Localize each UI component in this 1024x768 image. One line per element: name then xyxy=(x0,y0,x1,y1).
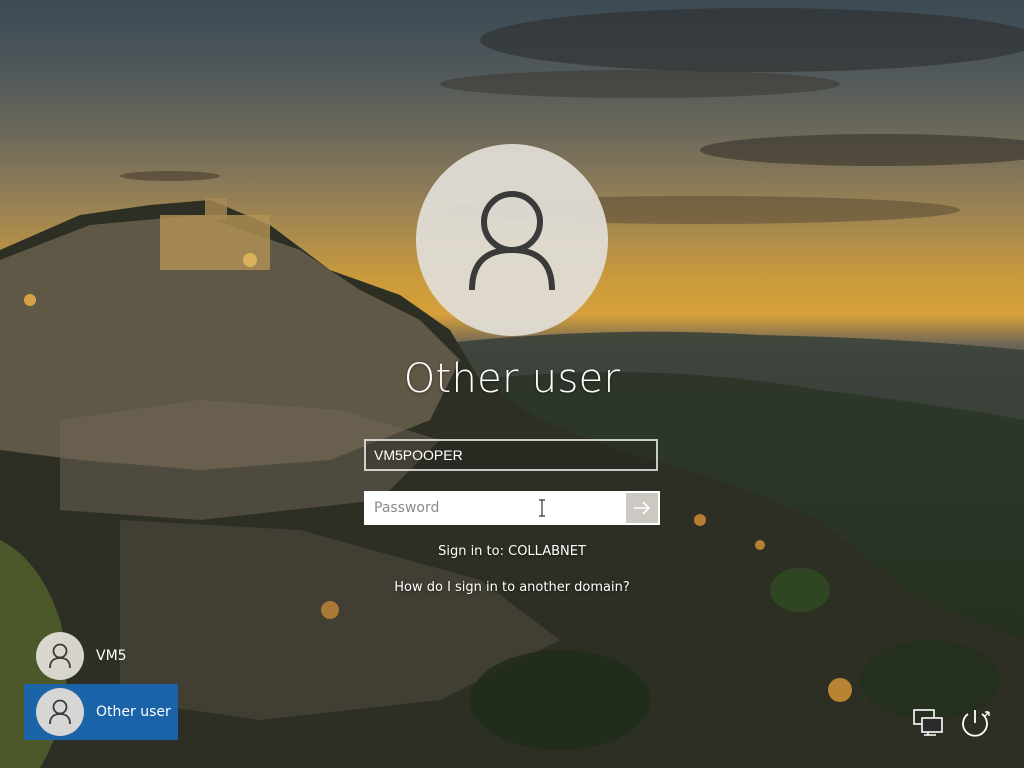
user-avatar-small xyxy=(36,688,84,736)
another-domain-link[interactable]: How do I sign in to another domain? xyxy=(312,580,712,595)
user-avatar-large xyxy=(416,144,608,336)
user-item-vm5[interactable]: VM5 xyxy=(24,628,178,684)
person-icon xyxy=(49,699,71,725)
submit-button[interactable] xyxy=(626,493,658,523)
lock-screen: Other user Sign in to: COLLABNET How do … xyxy=(0,0,1024,768)
person-icon xyxy=(469,191,555,291)
user-list: VM5 Other user xyxy=(24,628,178,740)
text-cursor-icon xyxy=(539,499,545,517)
person-icon xyxy=(49,643,71,669)
network-icon[interactable] xyxy=(912,708,944,736)
password-field[interactable] xyxy=(366,493,626,523)
user-item-label: VM5 xyxy=(96,648,127,664)
arrow-right-icon xyxy=(634,501,651,515)
sign-in-domain-text: Sign in to: COLLABNET xyxy=(438,544,586,559)
user-item-label: Other user xyxy=(96,704,171,720)
user-avatar-small xyxy=(36,632,84,680)
password-box xyxy=(364,491,660,525)
power-icon[interactable] xyxy=(958,706,992,740)
user-item-other-user[interactable]: Other user xyxy=(24,684,178,740)
user-title: Other user xyxy=(403,356,621,402)
username-field[interactable] xyxy=(364,439,658,471)
